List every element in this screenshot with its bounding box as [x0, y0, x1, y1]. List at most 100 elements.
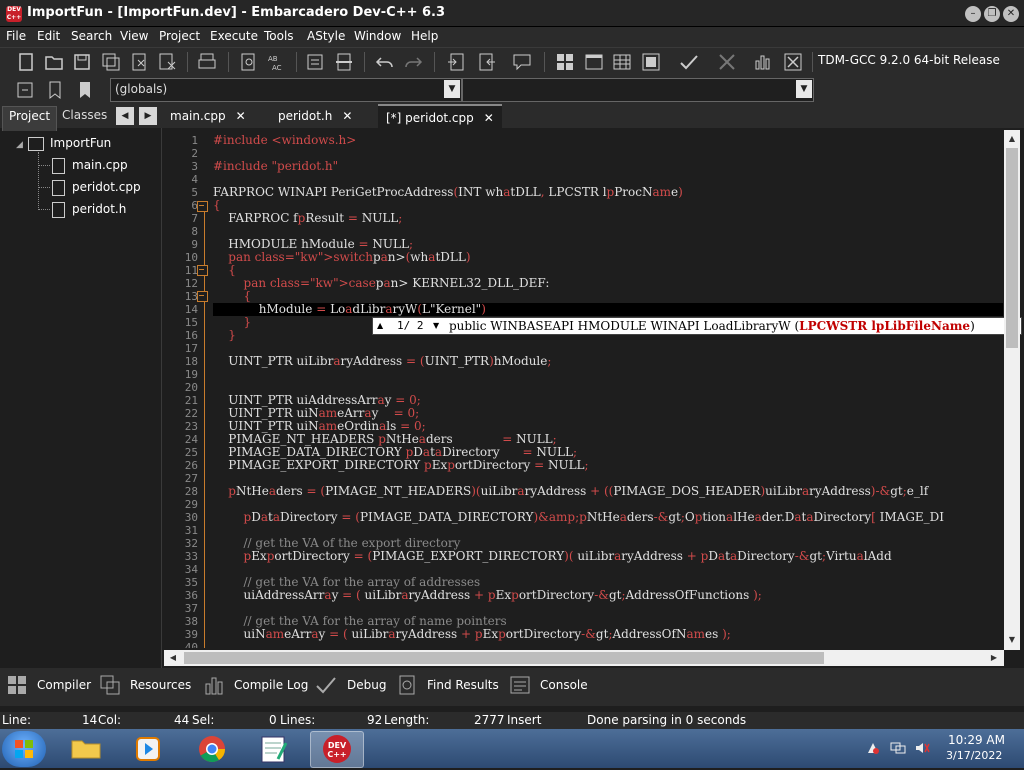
- code-line[interactable]: pan class="kw">casepan> KERNEL32_DLL_DEF…: [213, 277, 550, 290]
- print-icon[interactable]: [196, 51, 218, 73]
- horizontal-scrollbar[interactable]: ◀ ▶: [164, 650, 1004, 666]
- chevron-right-icon[interactable]: ▶: [139, 107, 157, 125]
- code-line[interactable]: #include <windows.h>: [213, 134, 356, 147]
- minimize-icon[interactable]: –: [965, 6, 981, 22]
- find-icon[interactable]: [238, 51, 260, 73]
- code-line[interactable]: pDataDirectory = (PIMAGE_DATA_DIRECTORY)…: [213, 511, 945, 524]
- open-file-icon[interactable]: [43, 51, 65, 73]
- tab-debug[interactable]: Debug: [347, 678, 386, 692]
- close-icon[interactable]: ✕: [342, 109, 352, 123]
- code-line[interactable]: FARPROC WINAPI PeriGetProcAddress(INT wh…: [213, 186, 683, 199]
- indent-icon[interactable]: [304, 51, 326, 73]
- menu-edit[interactable]: Edit: [37, 29, 60, 43]
- scroll-right-icon[interactable]: ▶: [987, 651, 1001, 665]
- code-line[interactable]: PIMAGE_EXPORT_DIRECTORY pExportDirectory…: [213, 459, 588, 472]
- new-project-icon[interactable]: [445, 51, 467, 73]
- menu-project[interactable]: Project: [159, 29, 200, 43]
- media-player-task[interactable]: [122, 731, 174, 766]
- tab-classes[interactable]: Classes: [56, 106, 113, 130]
- fold-toggle-icon[interactable]: [197, 265, 208, 276]
- close-icon[interactable]: ✕: [484, 111, 494, 125]
- goto-icon[interactable]: [14, 79, 36, 101]
- vertical-scrollbar[interactable]: ▲ ▼: [1004, 130, 1020, 650]
- menu-search[interactable]: Search: [71, 29, 112, 43]
- scroll-up-icon[interactable]: ▲: [1005, 132, 1019, 146]
- fold-toggle-icon[interactable]: [197, 201, 208, 212]
- tree-file[interactable]: main.cpp: [72, 158, 128, 172]
- clock-date[interactable]: 3/17/2022: [946, 749, 1002, 762]
- code-line[interactable]: pNtHeaders = (PIMAGE_NT_HEADERS)(uiLibra…: [213, 485, 928, 498]
- chrome-task[interactable]: [186, 731, 238, 766]
- compile-icon[interactable]: [640, 51, 662, 73]
- code-line[interactable]: UINT_PTR uiLibraryAddress = (UINT_PTR)hM…: [213, 355, 551, 368]
- grid-icon[interactable]: [611, 51, 633, 73]
- hint-next-icon[interactable]: ▼: [433, 321, 439, 330]
- menu-file[interactable]: File: [6, 29, 26, 43]
- action-center-icon[interactable]: [866, 741, 880, 755]
- tab-compile-log[interactable]: Compile Log: [234, 678, 308, 692]
- tab-peridot-h[interactable]: peridot.h ✕: [270, 104, 360, 133]
- check-icon[interactable]: [678, 51, 700, 73]
- restore-icon[interactable]: ❐: [984, 6, 1000, 22]
- close-all-icon[interactable]: [157, 51, 179, 73]
- code-line[interactable]: FARPROC fpResult = NULL;: [213, 212, 402, 225]
- delete-icon[interactable]: [782, 51, 804, 73]
- menu-astyle[interactable]: AStyle: [307, 29, 345, 43]
- remove-from-project-icon[interactable]: [476, 51, 498, 73]
- chevron-left-icon[interactable]: ◀: [116, 107, 134, 125]
- menu-tools[interactable]: Tools: [264, 29, 294, 43]
- tab-find-results[interactable]: Find Results: [427, 678, 499, 692]
- close-file-icon[interactable]: [129, 51, 151, 73]
- new-file-icon[interactable]: [15, 51, 37, 73]
- code-line[interactable]: pExportDirectory = (PIMAGE_EXPORT_DIRECT…: [213, 550, 892, 563]
- menu-view[interactable]: View: [120, 29, 148, 43]
- start-button[interactable]: [2, 731, 46, 767]
- menu-execute[interactable]: Execute: [210, 29, 258, 43]
- code-line[interactable]: hModule = LoadLibraryW(L"Kernel"): [213, 303, 1003, 316]
- collapse-icon[interactable]: ◢: [16, 140, 23, 150]
- function-select[interactable]: ▼: [462, 78, 814, 102]
- chevron-down-icon[interactable]: ▼: [444, 80, 460, 98]
- tile-windows-icon[interactable]: [554, 51, 576, 73]
- code-editor[interactable]: 1 2 3 4 5 6 7 8 9 10 11 12 13 14 15 16 17 18 19 20 21 22 23 24 2…: [164, 130, 1004, 648]
- stop-icon[interactable]: [716, 51, 738, 73]
- bookmark-icon[interactable]: [44, 79, 66, 101]
- horizontal-scroll-thumb[interactable]: [184, 652, 824, 664]
- menu-help[interactable]: Help: [411, 29, 438, 43]
- code-line[interactable]: }: [213, 329, 236, 342]
- hint-prev-icon[interactable]: ▲: [377, 321, 383, 330]
- menu-window[interactable]: Window: [354, 29, 401, 43]
- tree-root[interactable]: ImportFun: [50, 136, 111, 150]
- tab-main-cpp[interactable]: main.cpp ✕: [162, 104, 254, 133]
- redo-icon[interactable]: [402, 51, 424, 73]
- compiler-set-label[interactable]: TDM-GCC 9.2.0 64-bit Release: [818, 53, 1000, 67]
- volume-icon[interactable]: [914, 741, 930, 755]
- vertical-scroll-thumb[interactable]: [1006, 148, 1018, 348]
- tab-project[interactable]: Project: [2, 106, 58, 131]
- code-line[interactable]: pan class="kw">switchpan>(whatDLL): [213, 251, 470, 264]
- tab-compiler[interactable]: Compiler: [37, 678, 91, 692]
- scroll-down-icon[interactable]: ▼: [1005, 633, 1019, 647]
- code-line[interactable]: #include "peridot.h": [213, 160, 338, 173]
- chart-icon[interactable]: [752, 51, 774, 73]
- scope-select[interactable]: (globals) ▼: [110, 78, 462, 102]
- tree-file[interactable]: peridot.h: [72, 202, 126, 216]
- clock-time[interactable]: 10:29 AM: [948, 733, 1005, 747]
- window-icon[interactable]: [583, 51, 605, 73]
- tab-resources[interactable]: Resources: [130, 678, 191, 692]
- scroll-left-icon[interactable]: ◀: [166, 651, 180, 665]
- code-line[interactable]: uiAddressArray = ( uiLibraryAddress + pE…: [213, 589, 762, 602]
- notepad-task[interactable]: [248, 731, 300, 766]
- devcpp-task[interactable]: DEV C++: [310, 731, 364, 768]
- code-area[interactable]: #include <windows.h> #include "peridot.h"…: [213, 130, 1003, 648]
- explorer-task[interactable]: [60, 731, 112, 766]
- network-icon[interactable]: [890, 741, 906, 755]
- replace-icon[interactable]: AB AC: [266, 51, 288, 73]
- close-icon[interactable]: ✕: [236, 109, 246, 123]
- undo-icon[interactable]: [374, 51, 396, 73]
- save-all-icon[interactable]: [100, 51, 122, 73]
- comment-icon[interactable]: [511, 51, 533, 73]
- close-window-icon[interactable]: ✕: [1003, 6, 1019, 22]
- save-icon[interactable]: [71, 51, 93, 73]
- toggle-bookmark-icon[interactable]: [74, 79, 96, 101]
